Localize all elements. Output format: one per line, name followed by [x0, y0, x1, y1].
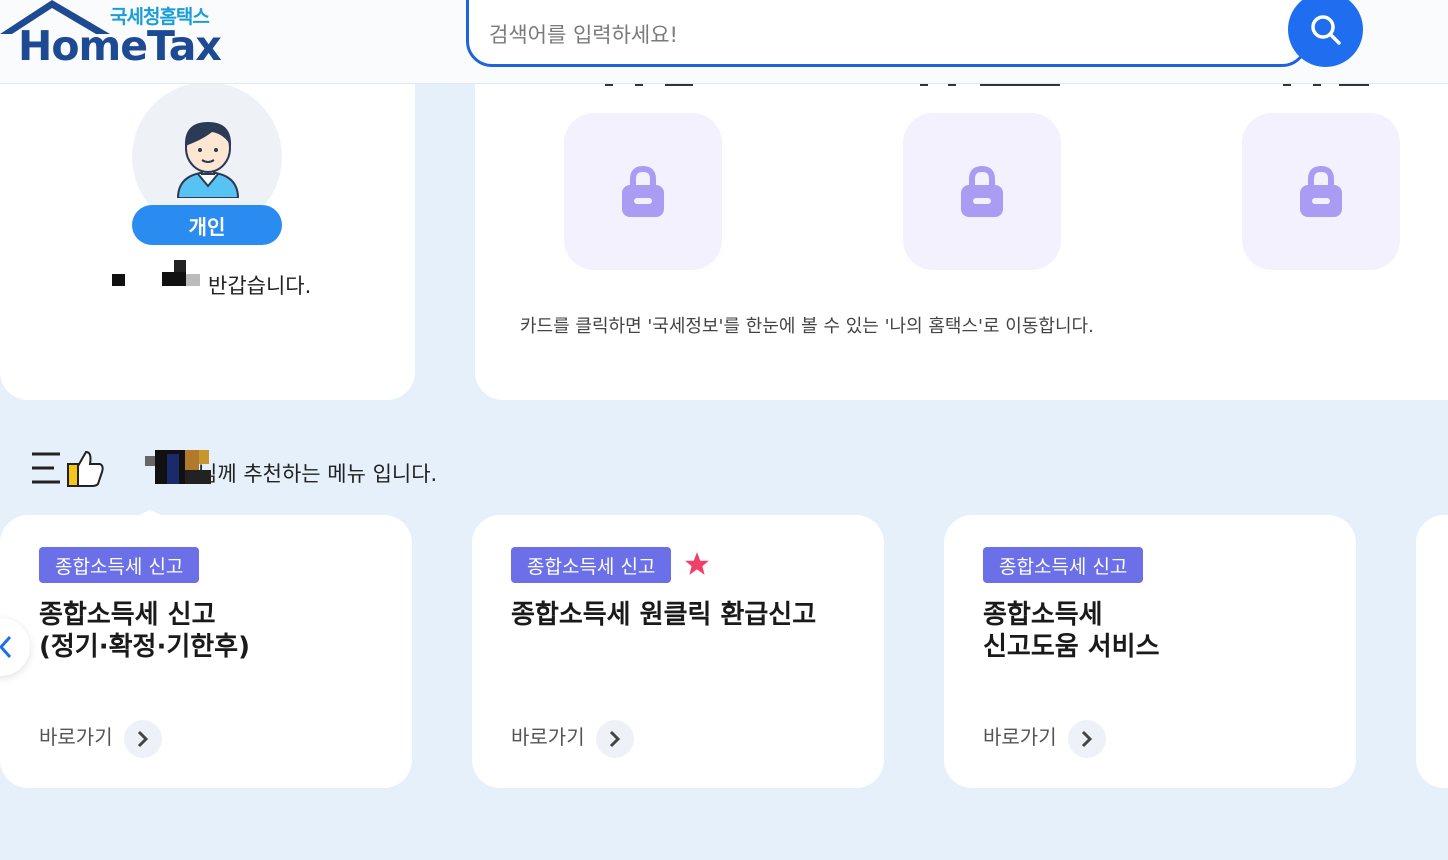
recommend-text: 님께 추천하는 메뉴 입니다. [198, 462, 438, 486]
greeting-text: 반갑습니다. [208, 274, 312, 298]
lock-icon [961, 165, 1003, 217]
header: 국세청홈택스 HomeTax [0, 0, 1448, 84]
category-tag: 종합소득세 신고 [983, 547, 1144, 583]
locked-info-card[interactable] [564, 113, 722, 270]
category-tag: 종합소득세 신고 [511, 547, 672, 583]
chevron-right-icon[interactable] [596, 720, 634, 758]
menu-card[interactable]: 종합소득세 신고 종합소득세 원클릭 환급신고 바로가기 [472, 515, 884, 788]
redacted-name-part [162, 260, 200, 286]
menu-card-title: 종합소득세 원클릭 환급신고 [511, 600, 817, 630]
person-avatar-icon [176, 122, 240, 198]
redacted-name-part [112, 274, 125, 286]
menu-card-title: 종합소득세 신고 (정기·확정·기한후) [39, 600, 250, 662]
locked-info-card[interactable] [1242, 113, 1400, 270]
search-input[interactable] [489, 15, 1269, 55]
info-description: 카드를 클릭하면 '국세정보'를 한눈에 볼 수 있는 '나의 홈택스'로 이동… [520, 316, 1094, 337]
search-button[interactable] [1288, 0, 1363, 67]
search-box [466, 0, 1308, 67]
info-card: 카드를 클릭하면 '국세정보'를 한눈에 볼 수 있는 '나의 홈택스'로 이동… [475, 70, 1448, 400]
profile-card: 개인 반갑습니다. [0, 70, 415, 400]
thumbs-up-menu-icon [32, 450, 104, 487]
locked-info-card[interactable] [903, 113, 1061, 270]
chevron-right-icon[interactable] [1068, 720, 1106, 758]
menu-card[interactable]: 종합소득세 신고 종합소득세 신고 (정기·확정·기한후) 바로가기 [0, 515, 412, 788]
user-type-badge: 개인 [132, 205, 282, 245]
logo-english-text: HomeTax [18, 22, 222, 70]
menu-card-title: 종합소득세 신고도움 서비스 [983, 600, 1160, 662]
chevron-left-icon [0, 635, 12, 659]
menu-card-partial[interactable] [1416, 515, 1448, 788]
hometax-logo[interactable]: 국세청홈택스 HomeTax [0, 0, 230, 80]
lock-icon [622, 165, 664, 217]
category-tag: 종합소득세 신고 [39, 547, 200, 583]
goto-link[interactable]: 바로가기 [983, 721, 1057, 750]
lock-icon [1300, 165, 1342, 217]
search-icon [1310, 14, 1341, 45]
goto-link[interactable]: 바로가기 [39, 721, 113, 750]
star-icon [685, 552, 709, 575]
menu-card[interactable]: 종합소득세 신고 종합소득세 신고도움 서비스 바로가기 [944, 515, 1356, 788]
goto-link[interactable]: 바로가기 [511, 721, 585, 750]
chevron-right-icon[interactable] [124, 720, 162, 758]
